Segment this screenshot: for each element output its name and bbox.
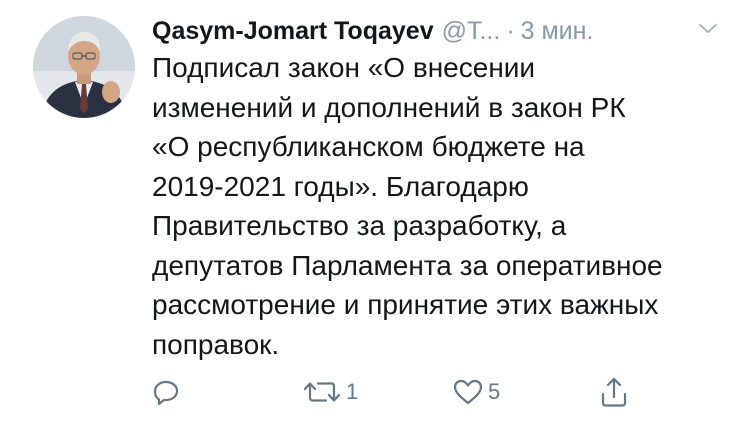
like-button[interactable]: 5	[452, 372, 500, 412]
tweet-text-line: 2019-2021 годы». Благодарю	[152, 170, 529, 202]
reply-icon	[153, 380, 179, 406]
tweet-text-line: изменений и дополнений в закон РК	[152, 91, 626, 123]
tweet-text-line: «О республиканском бюджете на	[152, 131, 585, 162]
author-name[interactable]: Qasym-Jomart Toqayev	[152, 17, 434, 45]
reply-button[interactable]	[152, 372, 184, 412]
tweet-text-line: Подписал закон «О внесении	[152, 52, 536, 83]
heart-icon	[453, 379, 483, 405]
tweet-header: Qasym-Jomart Toqayev @T... · 3 мин.	[152, 14, 732, 48]
tweet-text-line: рассмотрение и принятие этих важных	[152, 289, 659, 320]
separator-dot: ·	[506, 17, 515, 45]
retweet-count: 1	[346, 379, 359, 404]
tweet-text-line: депутатов Парламента за оперативное	[152, 249, 663, 281]
tweet-text-line: Правительство за разработку, а	[152, 210, 567, 241]
avatar-image	[33, 16, 135, 118]
chevron-down-icon	[699, 24, 717, 33]
tweet-text-line: поправок.	[152, 328, 280, 360]
share-button[interactable]	[600, 372, 628, 412]
retweet-icon	[303, 382, 341, 402]
retweet-button[interactable]: 1	[302, 372, 358, 412]
tweet[interactable]: Qasym-Jomart Toqayev @T... · 3 мин. Подписа…	[0, 0, 750, 432]
author-handle[interactable]: @T...	[442, 17, 501, 45]
share-icon	[601, 377, 627, 407]
tweet-text: Подписал закон «О внесении изменений и д…	[152, 48, 737, 364]
timestamp[interactable]: 3 мин.	[521, 17, 594, 45]
like-count: 5	[488, 379, 501, 404]
avatar[interactable]	[33, 16, 135, 118]
tweet-actions: 1 5	[0, 372, 750, 412]
tweet-menu-button[interactable]	[697, 20, 719, 38]
